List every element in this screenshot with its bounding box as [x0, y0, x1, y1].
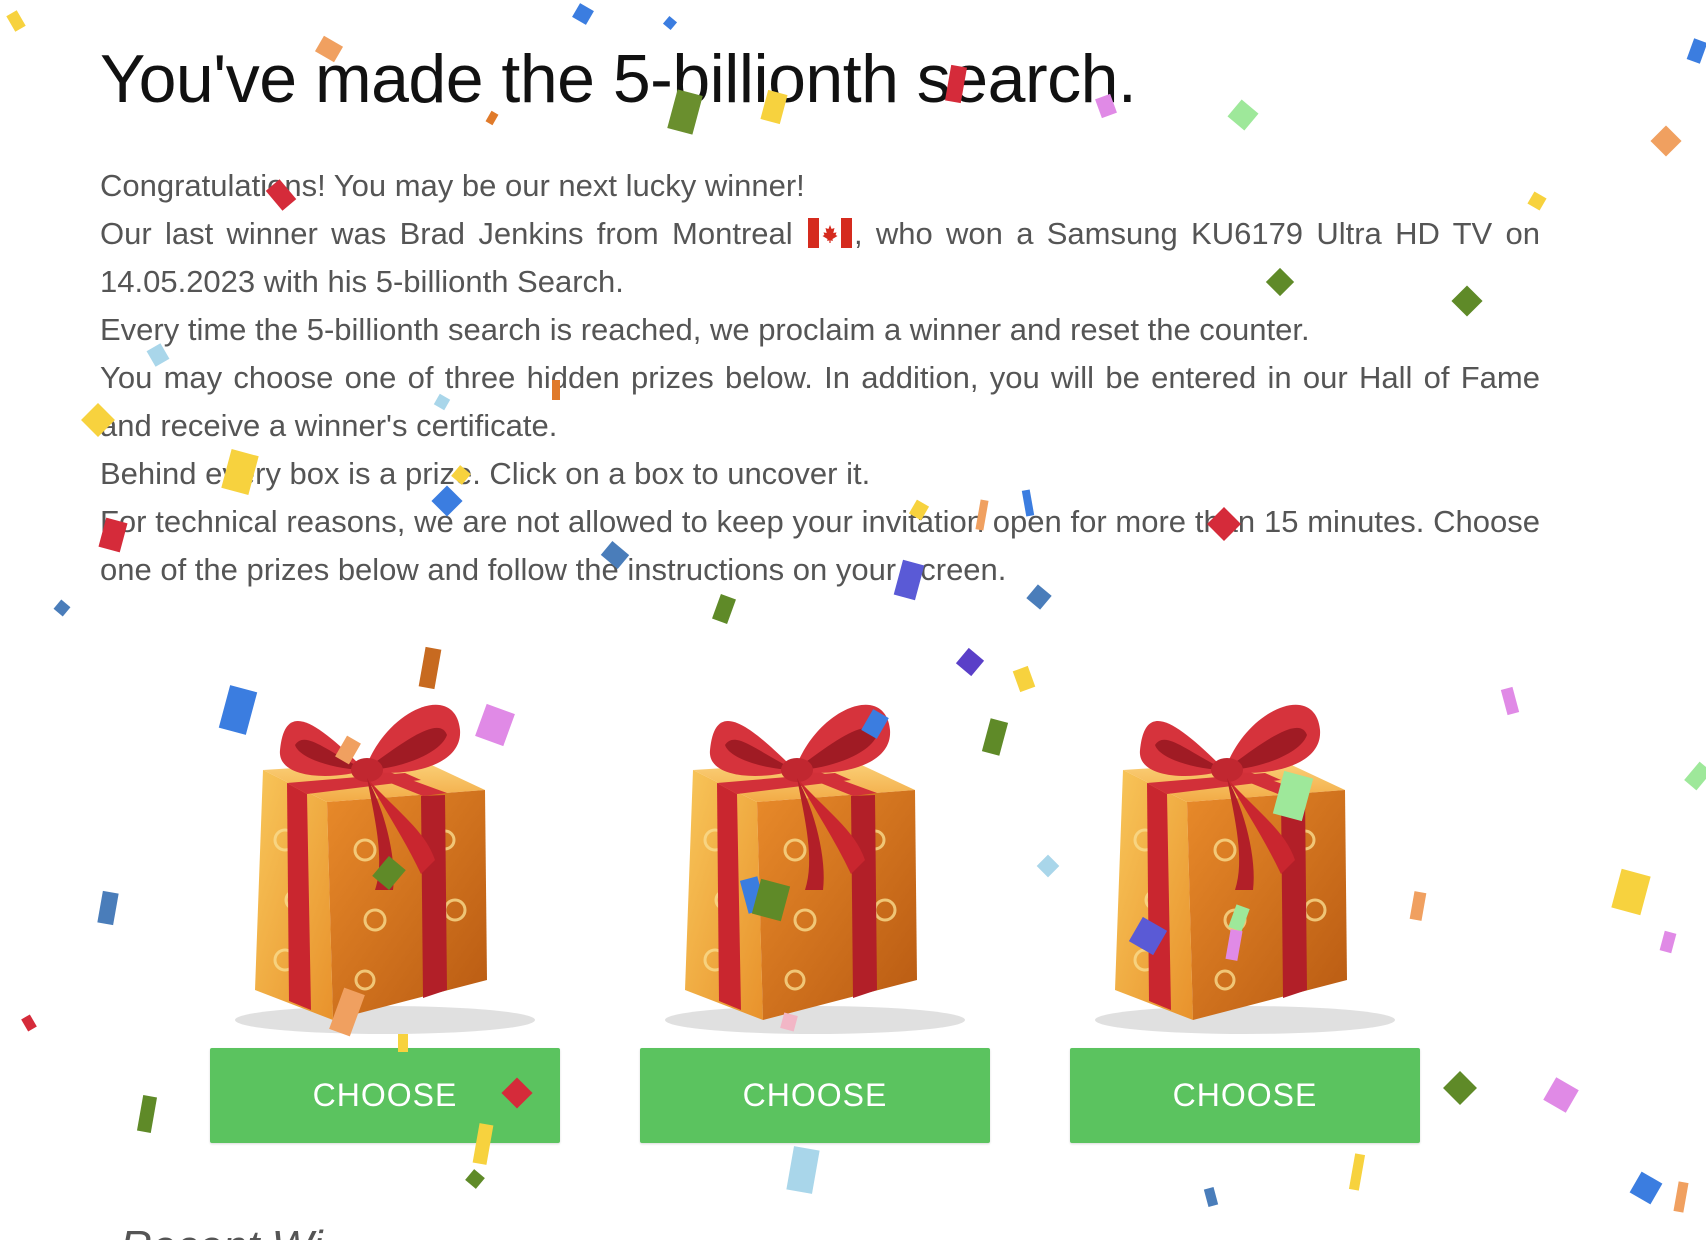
- confetti-piece: [1611, 868, 1651, 916]
- confetti-piece: [1659, 930, 1677, 954]
- confetti-piece: [662, 15, 678, 31]
- choose-button-3[interactable]: CHOOSE: [1070, 1048, 1420, 1143]
- gift-box-icon[interactable]: [655, 660, 975, 1040]
- confetti-piece: [1684, 761, 1706, 791]
- confetti-piece: [712, 594, 736, 624]
- page: You've made the 5-billionth search. Cong…: [0, 0, 1706, 1240]
- choose-button-2[interactable]: CHOOSE: [640, 1048, 990, 1143]
- last-winner-text: Our last winner was Brad Jenkins from Mo…: [100, 216, 806, 251]
- congrats-line: Congratulations! You may be our next luc…: [100, 168, 805, 203]
- last-winner-line: Our last winner was Brad Jenkins from Mo…: [100, 210, 1540, 306]
- gift-box-icon[interactable]: [1085, 660, 1405, 1040]
- confetti-piece: [1012, 665, 1036, 693]
- confetti-piece: [6, 10, 26, 32]
- recent-winners-heading: Recent Wi: [120, 1222, 323, 1240]
- counter-line: Every time the 5-billionth search is rea…: [100, 312, 1310, 347]
- confetti-piece: [1543, 1077, 1579, 1113]
- page-title: You've made the 5-billionth search.: [100, 41, 1137, 117]
- confetti-piece: [136, 1095, 158, 1133]
- confetti-piece: [1348, 1153, 1366, 1191]
- choose-button-1[interactable]: CHOOSE: [210, 1048, 560, 1143]
- confetti-piece: [1203, 1187, 1219, 1207]
- confetti-piece: [465, 1169, 485, 1189]
- confetti-piece: [1629, 1171, 1663, 1205]
- prize-card-1[interactable]: CHOOSE: [210, 660, 560, 1143]
- hidden-prizes-line: You may choose one of three hidden prize…: [100, 360, 1540, 443]
- confetti-piece: [1036, 854, 1060, 878]
- confetti-piece: [786, 1146, 820, 1194]
- confetti-piece: [1673, 1181, 1689, 1213]
- prize-card-2[interactable]: CHOOSE: [640, 660, 990, 1143]
- confetti-piece: [1227, 99, 1259, 131]
- confetti-piece: [21, 1014, 37, 1032]
- behind-box-line: Behind every box is a prize. Click on a …: [100, 456, 871, 491]
- confetti-piece: [53, 599, 71, 617]
- confetti-piece: [1500, 686, 1520, 716]
- gift-box-icon[interactable]: [225, 660, 545, 1040]
- confetti-piece: [1686, 38, 1706, 64]
- confetti-piece: [97, 890, 119, 926]
- message-body: Congratulations! You may be our next luc…: [100, 162, 1540, 594]
- prize-card-3[interactable]: CHOOSE: [1070, 660, 1420, 1143]
- canada-flag-icon: [807, 218, 852, 248]
- confetti-piece: [572, 3, 594, 25]
- confetti-piece: [1443, 1071, 1477, 1105]
- confetti-piece: [1650, 125, 1682, 157]
- time-limit-line: For technical reasons, we are not allowe…: [100, 504, 1540, 587]
